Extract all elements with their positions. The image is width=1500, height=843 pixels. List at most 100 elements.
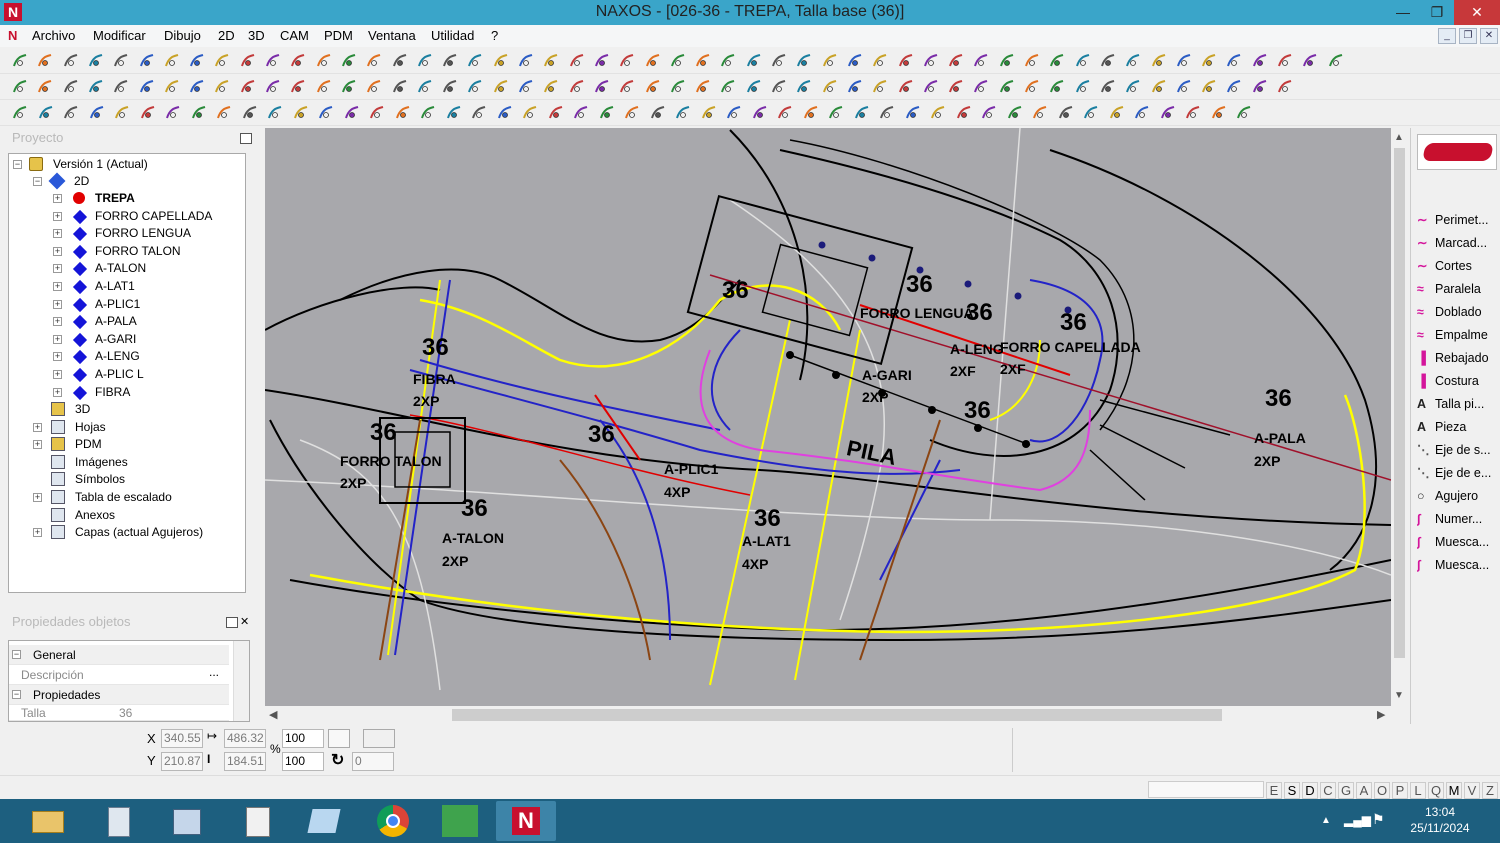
layer-letter-toggle[interactable]: Q [1428, 782, 1444, 799]
height-field[interactable]: 184.51 [224, 752, 266, 771]
toolbar1-tool-icon[interactable] [794, 51, 814, 71]
toolbar2-tool-icon[interactable] [465, 77, 485, 97]
expand-icon[interactable]: + [53, 282, 62, 291]
toolbar3-tool-icon[interactable] [418, 103, 438, 123]
toolbar2-tool-icon[interactable] [1073, 77, 1093, 97]
toolbar1-tool-icon[interactable] [896, 51, 916, 71]
toolbar2-tool-icon[interactable] [617, 77, 637, 97]
pattern-drawing[interactable]: 36 36 36 36 36 36 36 36 36 36 36 FIBRA 2… [265, 128, 1391, 706]
tool-item[interactable]: ▐ Rebajado [1417, 348, 1500, 368]
y-coordinate-field[interactable]: 210.87 [161, 752, 203, 771]
expand-icon[interactable]: + [53, 387, 62, 397]
toolbar3-tool-icon[interactable] [1209, 103, 1229, 123]
toolbar2-tool-icon[interactable] [541, 77, 561, 97]
toolbar3-tool-icon[interactable] [546, 103, 566, 123]
minimize-button[interactable]: — [1386, 0, 1420, 25]
toolbar2-tool-icon[interactable] [668, 77, 688, 97]
toolbar3-tool-icon[interactable] [622, 103, 642, 123]
file-explorer-icon[interactable] [18, 801, 78, 841]
toolbar1-tool-icon[interactable] [10, 51, 30, 71]
toolbar3-tool-icon[interactable] [699, 103, 719, 123]
scroll-right-icon[interactable]: ▶ [1377, 708, 1385, 721]
toolbar2-tool-icon[interactable] [86, 77, 106, 97]
toolbar2-tool-icon[interactable] [643, 77, 663, 97]
ellipsis-button[interactable]: ... [209, 662, 219, 682]
toolbar2-tool-icon[interactable] [1123, 77, 1143, 97]
toolbar3-tool-icon[interactable] [240, 103, 260, 123]
layer-letter-toggle[interactable]: C [1320, 782, 1336, 799]
flag-icon[interactable]: ⚑ [1372, 811, 1385, 828]
tool-item[interactable]: ⋱ Eje de s... [1417, 440, 1500, 460]
toolbar3-tool-icon[interactable] [87, 103, 107, 123]
toolbar3-tool-icon[interactable] [648, 103, 668, 123]
maximize-button[interactable]: ❐ [1420, 0, 1454, 25]
toolbar2-tool-icon[interactable] [440, 77, 460, 97]
toolbar1-tool-icon[interactable] [921, 51, 941, 71]
collapse-icon[interactable]: − [13, 160, 22, 169]
naxos-taskbar-icon[interactable]: N [496, 801, 556, 841]
tool-item[interactable]: ∼ Cortes [1417, 256, 1500, 276]
mdi-close-button[interactable]: ✕ [1480, 28, 1498, 44]
tool-item[interactable]: ∼ Marcad... [1417, 233, 1500, 253]
toolbar1-tool-icon[interactable] [1250, 51, 1270, 71]
toolbar2-tool-icon[interactable] [364, 77, 384, 97]
toolbar2-tool-icon[interactable] [820, 77, 840, 97]
toolbar1-tool-icon[interactable] [61, 51, 81, 71]
close-icon[interactable]: ✕ [240, 617, 252, 628]
toolbar2-tool-icon[interactable] [491, 77, 511, 97]
expand-icon[interactable]: + [53, 194, 62, 203]
toolbar3-tool-icon[interactable] [61, 103, 81, 123]
toolbar2-tool-icon[interactable] [263, 77, 283, 97]
menu-modificar[interactable]: Modificar [93, 28, 146, 43]
toolbar2-tool-icon[interactable] [212, 77, 232, 97]
toolbar1-tool-icon[interactable] [162, 51, 182, 71]
toolbar3-tool-icon[interactable] [444, 103, 464, 123]
tray-arrow-icon[interactable]: ▲ [1321, 815, 1331, 826]
toolbar1-tool-icon[interactable] [1224, 51, 1244, 71]
menu-help[interactable]: ? [491, 28, 498, 43]
toolbar3-tool-icon[interactable] [954, 103, 974, 123]
toolbar2-tool-icon[interactable] [971, 77, 991, 97]
toolbar1-tool-icon[interactable] [1326, 51, 1346, 71]
toolbar2-tool-icon[interactable] [997, 77, 1017, 97]
toolbar1-tool-icon[interactable] [415, 51, 435, 71]
toolbar3-tool-icon[interactable] [1183, 103, 1203, 123]
menu-pdm[interactable]: PDM [324, 28, 353, 43]
toolbar3-tool-icon[interactable] [1107, 103, 1127, 123]
properties-scrollbar[interactable] [233, 641, 249, 721]
network-icon[interactable]: ▂▄▆ [1344, 813, 1371, 827]
toolbar3-tool-icon[interactable] [316, 103, 336, 123]
toolbar1-tool-icon[interactable] [1022, 51, 1042, 71]
toolbar2-tool-icon[interactable] [516, 77, 536, 97]
calculator-icon[interactable] [88, 801, 148, 841]
toolbar2-tool-icon[interactable] [718, 77, 738, 97]
tool-item[interactable]: ○ Agujero [1417, 486, 1500, 506]
toolbar3-tool-icon[interactable] [10, 103, 30, 123]
expand-icon[interactable]: + [53, 334, 62, 344]
rotation-field[interactable]: 0 [352, 752, 394, 771]
mdi-restore-button[interactable]: ❐ [1459, 28, 1477, 44]
toolbar1-tool-icon[interactable] [718, 51, 738, 71]
toolbar2-tool-icon[interactable] [794, 77, 814, 97]
tool-item[interactable]: ∼ Perimet... [1417, 210, 1500, 230]
tool-item[interactable]: A Pieza [1417, 417, 1500, 437]
menu-ventana[interactable]: Ventana [368, 28, 416, 43]
tool-item[interactable]: ∫ Muesca... [1417, 532, 1500, 552]
toolbar3-tool-icon[interactable] [163, 103, 183, 123]
horizontal-scroll-thumb[interactable] [452, 709, 1222, 721]
toolbar1-tool-icon[interactable] [491, 51, 511, 71]
toolbar1-tool-icon[interactable] [238, 51, 258, 71]
toolbar1-tool-icon[interactable] [693, 51, 713, 71]
toolbar3-tool-icon[interactable] [877, 103, 897, 123]
expand-icon[interactable]: + [53, 264, 62, 274]
layer-letter-toggle[interactable]: Z [1482, 782, 1498, 799]
group-propiedades[interactable]: − Propiedades [9, 685, 229, 705]
toolbar2-tool-icon[interactable] [693, 77, 713, 97]
group-general[interactable]: − General [9, 645, 229, 665]
expand-icon[interactable]: + [53, 211, 62, 221]
menu-dibujo[interactable]: Dibujo [164, 28, 201, 43]
toolbar2-tool-icon[interactable] [946, 77, 966, 97]
menu-cam[interactable]: CAM [280, 28, 309, 43]
toolbar3-tool-icon[interactable] [1030, 103, 1050, 123]
toolbar2-tool-icon[interactable] [1224, 77, 1244, 97]
